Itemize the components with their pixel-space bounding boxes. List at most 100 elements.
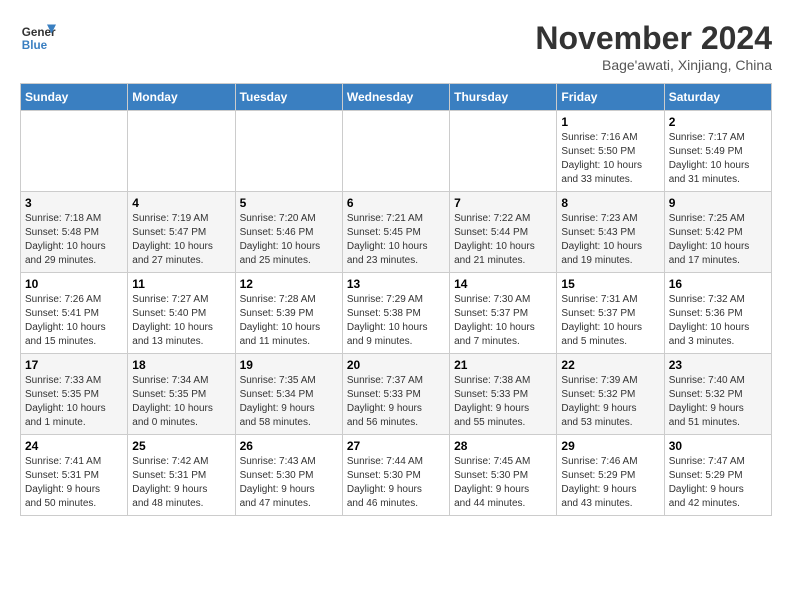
day-cell: 16 Sunrise: 7:32 AMSunset: 5:36 PMDayligh… [664, 273, 771, 354]
weekday-header-sunday: Sunday [21, 84, 128, 111]
day-cell: 5 Sunrise: 7:20 AMSunset: 5:46 PMDaylight… [235, 192, 342, 273]
weekday-header-saturday: Saturday [664, 84, 771, 111]
week-row-4: 17 Sunrise: 7:33 AMSunset: 5:35 PMDayligh… [21, 354, 772, 435]
day-info: Sunrise: 7:43 AMSunset: 5:30 PMDaylight:… [240, 455, 338, 511]
day-number: 6 [347, 196, 445, 210]
day-info: Sunrise: 7:38 AMSunset: 5:33 PMDaylight:… [454, 374, 552, 430]
day-number: 17 [25, 358, 123, 372]
week-row-1: 1 Sunrise: 7:16 AMSunset: 5:50 PMDaylight… [21, 111, 772, 192]
day-cell: 22Sunrise: 7:39 AMSunset: 5:32 PMDayligh… [557, 354, 664, 435]
day-info: Sunrise: 7:20 AMSunset: 5:46 PMDaylight:… [240, 212, 338, 268]
day-info: Sunrise: 7:26 AMSunset: 5:41 PMDaylight:… [25, 293, 123, 349]
day-info: Sunrise: 7:17 AMSunset: 5:49 PMDaylight:… [669, 131, 767, 187]
logo-icon: General Blue [20, 20, 56, 56]
day-number: 26 [240, 439, 338, 453]
day-cell [235, 111, 342, 192]
location: Bage'awati, Xinjiang, China [535, 57, 772, 73]
day-info: Sunrise: 7:40 AMSunset: 5:32 PMDaylight:… [669, 374, 767, 430]
day-info: Sunrise: 7:29 AMSunset: 5:38 PMDaylight:… [347, 293, 445, 349]
day-cell: 8Sunrise: 7:23 AMSunset: 5:43 PMDaylight… [557, 192, 664, 273]
day-number: 29 [561, 439, 659, 453]
day-cell: 30 Sunrise: 7:47 AMSunset: 5:29 PMDayligh… [664, 435, 771, 516]
day-cell: 4 Sunrise: 7:19 AMSunset: 5:47 PMDaylight… [128, 192, 235, 273]
day-info: Sunrise: 7:28 AMSunset: 5:39 PMDaylight:… [240, 293, 338, 349]
day-cell: 26 Sunrise: 7:43 AMSunset: 5:30 PMDayligh… [235, 435, 342, 516]
day-number: 7 [454, 196, 552, 210]
week-row-2: 3 Sunrise: 7:18 AMSunset: 5:48 PMDaylight… [21, 192, 772, 273]
day-number: 1 [561, 115, 659, 129]
day-cell: 20 Sunrise: 7:37 AMSunset: 5:33 PMDayligh… [342, 354, 449, 435]
day-number: 3 [25, 196, 123, 210]
day-number: 16 [669, 277, 767, 291]
weekday-header-thursday: Thursday [450, 84, 557, 111]
day-cell: 2Sunrise: 7:17 AMSunset: 5:49 PMDaylight… [664, 111, 771, 192]
day-cell: 15 Sunrise: 7:31 AMSunset: 5:37 PMDayligh… [557, 273, 664, 354]
logo: General Blue [20, 20, 56, 56]
day-cell: 23 Sunrise: 7:40 AMSunset: 5:32 PMDayligh… [664, 354, 771, 435]
day-number: 14 [454, 277, 552, 291]
month-title: November 2024 [535, 20, 772, 57]
day-cell: 9 Sunrise: 7:25 AMSunset: 5:42 PMDaylight… [664, 192, 771, 273]
day-info: Sunrise: 7:31 AMSunset: 5:37 PMDaylight:… [561, 293, 659, 349]
day-info: Sunrise: 7:45 AMSunset: 5:30 PMDaylight:… [454, 455, 552, 511]
day-cell [342, 111, 449, 192]
day-number: 11 [132, 277, 230, 291]
weekday-header-wednesday: Wednesday [342, 84, 449, 111]
weekday-header-row: SundayMondayTuesdayWednesdayThursdayFrid… [21, 84, 772, 111]
weekday-header-friday: Friday [557, 84, 664, 111]
day-info: Sunrise: 7:16 AMSunset: 5:50 PMDaylight:… [561, 131, 659, 187]
page-header: General Blue November 2024 Bage'awati, X… [20, 20, 772, 73]
day-info: Sunrise: 7:32 AMSunset: 5:36 PMDaylight:… [669, 293, 767, 349]
day-cell: 19Sunrise: 7:35 AMSunset: 5:34 PMDayligh… [235, 354, 342, 435]
day-cell: 7 Sunrise: 7:22 AMSunset: 5:44 PMDaylight… [450, 192, 557, 273]
day-number: 15 [561, 277, 659, 291]
day-number: 9 [669, 196, 767, 210]
day-cell: 18 Sunrise: 7:34 AMSunset: 5:35 PMDayligh… [128, 354, 235, 435]
day-info: Sunrise: 7:22 AMSunset: 5:44 PMDaylight:… [454, 212, 552, 268]
day-info: Sunrise: 7:19 AMSunset: 5:47 PMDaylight:… [132, 212, 230, 268]
day-cell [128, 111, 235, 192]
day-info: Sunrise: 7:30 AMSunset: 5:37 PMDaylight:… [454, 293, 552, 349]
day-number: 4 [132, 196, 230, 210]
day-number: 5 [240, 196, 338, 210]
day-info: Sunrise: 7:18 AMSunset: 5:48 PMDaylight:… [25, 212, 123, 268]
day-info: Sunrise: 7:39 AMSunset: 5:32 PMDaylight:… [561, 374, 659, 430]
day-number: 24 [25, 439, 123, 453]
day-number: 23 [669, 358, 767, 372]
day-cell: 6Sunrise: 7:21 AMSunset: 5:45 PMDaylight… [342, 192, 449, 273]
day-info: Sunrise: 7:44 AMSunset: 5:30 PMDaylight:… [347, 455, 445, 511]
day-number: 10 [25, 277, 123, 291]
day-cell: 11 Sunrise: 7:27 AMSunset: 5:40 PMDayligh… [128, 273, 235, 354]
day-info: Sunrise: 7:35 AMSunset: 5:34 PMDaylight:… [240, 374, 338, 430]
title-block: November 2024 Bage'awati, Xinjiang, Chin… [535, 20, 772, 73]
calendar-table: SundayMondayTuesdayWednesdayThursdayFrid… [20, 83, 772, 516]
day-info: Sunrise: 7:41 AMSunset: 5:31 PMDaylight:… [25, 455, 123, 511]
day-info: Sunrise: 7:23 AMSunset: 5:43 PMDaylight:… [561, 212, 659, 268]
day-cell: 13Sunrise: 7:29 AMSunset: 5:38 PMDayligh… [342, 273, 449, 354]
day-info: Sunrise: 7:47 AMSunset: 5:29 PMDaylight:… [669, 455, 767, 511]
day-cell: 10 Sunrise: 7:26 AMSunset: 5:41 PMDayligh… [21, 273, 128, 354]
day-cell [450, 111, 557, 192]
svg-text:Blue: Blue [22, 39, 48, 52]
day-number: 21 [454, 358, 552, 372]
day-info: Sunrise: 7:27 AMSunset: 5:40 PMDaylight:… [132, 293, 230, 349]
day-number: 30 [669, 439, 767, 453]
day-info: Sunrise: 7:37 AMSunset: 5:33 PMDaylight:… [347, 374, 445, 430]
day-cell: 17 Sunrise: 7:33 AMSunset: 5:35 PMDayligh… [21, 354, 128, 435]
weekday-header-monday: Monday [128, 84, 235, 111]
day-cell: 12 Sunrise: 7:28 AMSunset: 5:39 PMDayligh… [235, 273, 342, 354]
day-info: Sunrise: 7:25 AMSunset: 5:42 PMDaylight:… [669, 212, 767, 268]
day-cell: 28Sunrise: 7:45 AMSunset: 5:30 PMDayligh… [450, 435, 557, 516]
day-cell: 1 Sunrise: 7:16 AMSunset: 5:50 PMDaylight… [557, 111, 664, 192]
day-number: 25 [132, 439, 230, 453]
day-cell: 25Sunrise: 7:42 AMSunset: 5:31 PMDayligh… [128, 435, 235, 516]
day-number: 12 [240, 277, 338, 291]
day-number: 18 [132, 358, 230, 372]
day-cell: 14 Sunrise: 7:30 AMSunset: 5:37 PMDayligh… [450, 273, 557, 354]
day-cell: 29Sunrise: 7:46 AMSunset: 5:29 PMDayligh… [557, 435, 664, 516]
day-info: Sunrise: 7:34 AMSunset: 5:35 PMDaylight:… [132, 374, 230, 430]
week-row-5: 24 Sunrise: 7:41 AMSunset: 5:31 PMDayligh… [21, 435, 772, 516]
day-cell: 24 Sunrise: 7:41 AMSunset: 5:31 PMDayligh… [21, 435, 128, 516]
day-info: Sunrise: 7:33 AMSunset: 5:35 PMDaylight:… [25, 374, 123, 430]
day-number: 20 [347, 358, 445, 372]
